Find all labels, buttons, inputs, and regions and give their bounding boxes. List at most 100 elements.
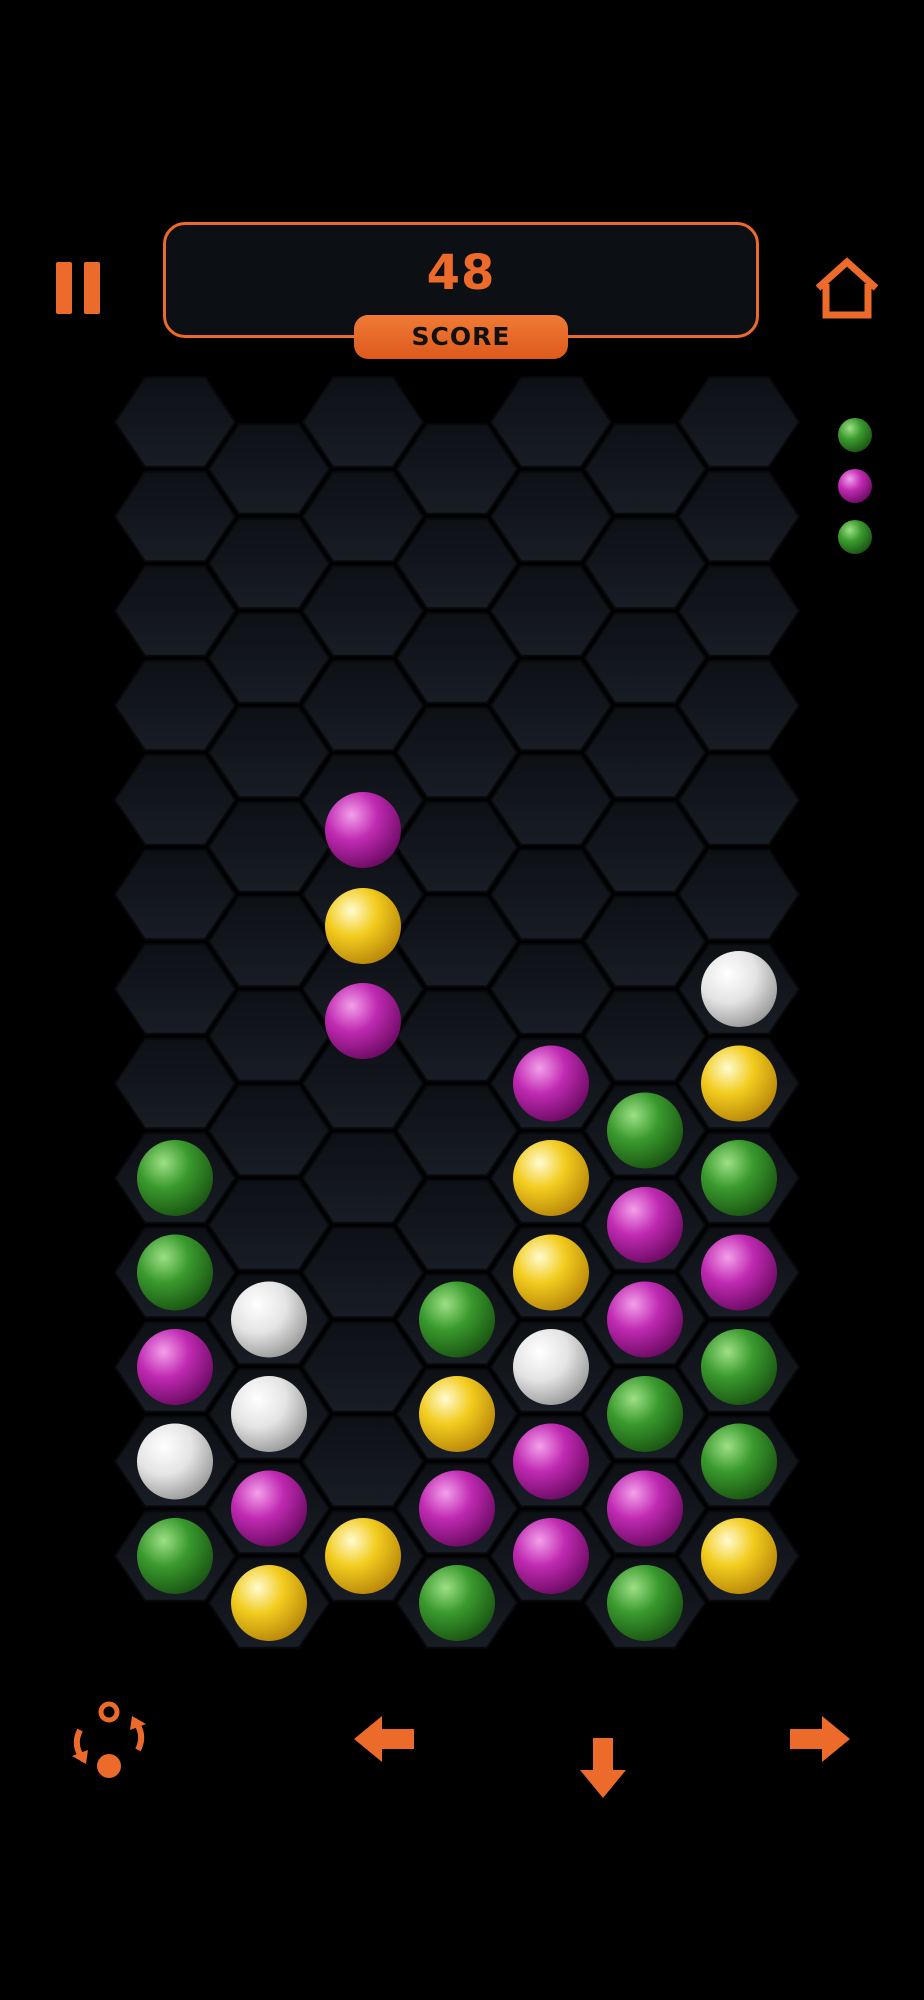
next-green-ball [838,418,872,452]
green-ball [607,1092,683,1169]
drop-down-button[interactable] [578,1736,628,1800]
green-ball [137,1234,213,1311]
score-label: SCORE [354,315,568,359]
rotate-icon [72,1701,146,1778]
falling-magenta-ball [325,983,401,1059]
board-grid [113,376,801,1649]
pause-icon-bar [84,262,100,314]
green-ball [701,1423,777,1500]
board-cell [677,470,801,563]
magenta-ball [607,1281,683,1358]
board-cell [583,990,707,1082]
board-cell [583,517,707,610]
board-cell [395,1179,519,1271]
white-ball [137,1423,213,1500]
board-cell [301,1415,425,1508]
board-cell [301,470,425,563]
move-left-button[interactable] [352,1712,416,1766]
magenta-ball [231,1470,307,1547]
green-ball [137,1140,213,1216]
magenta-ball [419,1470,495,1547]
falling-magenta-ball [325,792,401,868]
green-ball [701,1329,777,1405]
board-cell [677,565,801,657]
board-cell [207,990,331,1082]
yellow-ball [419,1376,495,1452]
magenta-ball [607,1187,683,1263]
board-cell [113,754,237,846]
magenta-ball [513,1045,589,1122]
board-cell [301,1132,425,1224]
board-cell [395,706,519,799]
pause-button[interactable] [56,262,108,314]
board-cell [583,423,707,515]
board-cell [301,376,425,468]
green-ball [607,1565,683,1641]
board-cell [301,1321,425,1413]
board-cell [489,470,613,563]
green-ball [701,1140,777,1216]
board-cell [395,801,519,893]
score-value: 48 [426,245,496,301]
next-green-ball [838,520,872,554]
white-ball [231,1376,307,1452]
home-button[interactable] [812,256,882,320]
board-cell [207,1084,331,1177]
yellow-ball [701,1518,777,1594]
move-right-button[interactable] [788,1712,852,1766]
board-cell [677,659,801,752]
board-cell [583,612,707,704]
board-cell [301,565,425,657]
board-cell [583,895,707,988]
board-cell [583,706,707,799]
board-cell [113,659,237,752]
board-cell [395,612,519,704]
arrow-right-icon [790,1716,850,1762]
board-cell [301,659,425,752]
board-cell [113,1037,237,1130]
board-cell [677,848,801,941]
yellow-ball [701,1045,777,1122]
board-cell [677,376,801,468]
board-cell [489,565,613,657]
yellow-ball [231,1565,307,1641]
white-ball [701,951,777,1027]
magenta-ball [513,1423,589,1500]
board-cell [207,612,331,704]
board-cell [395,895,519,988]
arrow-down-icon [580,1738,626,1798]
board-cell [489,376,613,468]
board-cell [207,895,331,988]
board-cell [207,423,331,515]
pause-icon [56,262,72,314]
board-cell [489,943,613,1035]
board-cell [489,754,613,846]
board-cell [113,376,237,468]
green-ball [137,1518,213,1594]
yellow-ball [513,1234,589,1311]
magenta-ball [607,1470,683,1547]
yellow-ball [513,1140,589,1216]
board-cell [489,659,613,752]
next-magenta-ball [838,469,872,503]
board-cell [395,1084,519,1177]
green-ball [419,1565,495,1641]
white-ball [513,1329,589,1405]
falling-yellow-ball [325,888,401,964]
board-cell [113,848,237,941]
next-pieces-preview [838,418,872,554]
board-cell [583,801,707,893]
board-cell [207,1179,331,1271]
rotate-button[interactable] [66,1700,152,1780]
arrow-left-icon [354,1716,414,1762]
magenta-ball [701,1234,777,1311]
board-cell [113,565,237,657]
board-cell [113,470,237,563]
magenta-ball [513,1518,589,1594]
board-cell [489,848,613,941]
board-cell [395,423,519,515]
home-icon [815,257,879,319]
green-ball [607,1376,683,1452]
yellow-ball [325,1518,401,1594]
white-ball [231,1281,307,1358]
